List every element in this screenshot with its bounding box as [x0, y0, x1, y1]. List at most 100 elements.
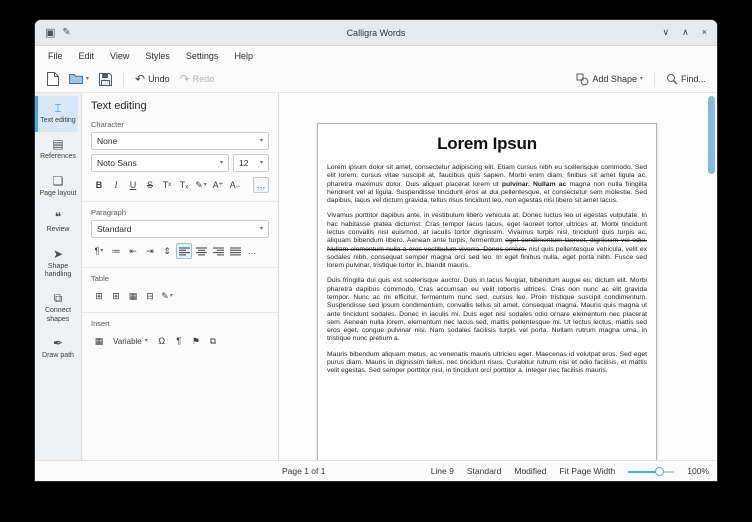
- decrease-indent-icon: ⇤: [129, 247, 137, 256]
- text-direction-icon: ¶: [95, 247, 100, 256]
- sidebar-item-connect-shapes[interactable]: ⧉ Connect shapes: [35, 286, 78, 331]
- zoom-percent[interactable]: 100%: [687, 466, 709, 476]
- sidebar-item-page-layout[interactable]: ❏Page layout: [35, 169, 78, 205]
- more-paragraph-options-button[interactable]: …: [244, 243, 260, 259]
- save-icon: [99, 73, 112, 86]
- new-document-icon: [46, 72, 59, 86]
- zoom-slider-handle[interactable]: [655, 467, 664, 476]
- bookmark-icon: ⚑: [192, 337, 200, 346]
- undo-button[interactable]: ↶ Undo: [131, 70, 174, 88]
- document-page[interactable]: Lorem Ipsun Lorem ipsum dolor sit amet, …: [317, 123, 657, 460]
- font-family-combobox[interactable]: Noto Sans ▾: [91, 154, 229, 172]
- paragraph-section-label: Paragraph: [91, 208, 269, 217]
- new-document-button[interactable]: [42, 69, 63, 89]
- split-cells-button[interactable]: ⊟: [142, 288, 158, 304]
- table-tools-row: ⊞⊞▦⊟✎▾: [91, 288, 269, 304]
- character-style-combobox[interactable]: None ▾: [91, 132, 269, 150]
- subscript-button[interactable]: Tₓ: [176, 177, 192, 193]
- chevron-down-icon: ▾: [170, 293, 173, 299]
- redo-button[interactable]: ↷ Redo: [176, 70, 219, 88]
- insert-column-right-button[interactable]: ⊞: [108, 288, 124, 304]
- sidebar-item-label: Connect shapes: [39, 307, 77, 324]
- document-paragraph: Lorem ipsum dolor sit amet, consectetur …: [327, 164, 647, 205]
- document-canvas: Lorem Ipsun Lorem ipsum dolor sit amet, …: [279, 93, 717, 460]
- menu-file[interactable]: File: [40, 48, 71, 64]
- add-shape-button[interactable]: Add Shape ▾: [572, 70, 647, 89]
- review-icon: ❝: [55, 211, 61, 224]
- strikethrough-button[interactable]: S: [142, 177, 158, 193]
- paragraph-style-combobox[interactable]: Standard ▾: [91, 220, 269, 238]
- document-body: Lorem ipsum dolor sit amet, consectetur …: [327, 164, 647, 375]
- increase-indent-button[interactable]: ⇥: [142, 243, 158, 259]
- modified-indicator: Modified: [514, 466, 546, 476]
- minimize-button[interactable]: ∨: [663, 28, 670, 37]
- insert-table-button[interactable]: ▦: [91, 333, 107, 349]
- subscript-icon: Tₓ: [180, 181, 188, 190]
- zoom-mode-button[interactable]: Fit Page Width: [560, 466, 616, 476]
- style-indicator: Standard: [467, 466, 502, 476]
- zoom-slider[interactable]: [628, 466, 674, 477]
- titlebar[interactable]: ▣ ✎ Calligra Words ∨ ∧ ×: [35, 20, 717, 46]
- sidebar-item-review[interactable]: ❝Review: [35, 205, 78, 241]
- font-size-combobox[interactable]: 12 ▾: [233, 154, 269, 172]
- vertical-scrollbar[interactable]: [708, 95, 715, 458]
- line-spacing-button[interactable]: ⇕: [159, 243, 175, 259]
- scrollbar-thumb[interactable]: [708, 96, 715, 174]
- toolbar-separator: [123, 72, 124, 87]
- align-center-button[interactable]: [193, 243, 209, 259]
- sidebar-item-shape-handling[interactable]: ➤Shape handling: [35, 242, 78, 287]
- main-content: ⌶Text editing▤References❏Page layout❝Rev…: [35, 93, 717, 460]
- superscript-button[interactable]: Tˣ: [159, 177, 175, 193]
- align-right-button[interactable]: [210, 243, 226, 259]
- menu-edit[interactable]: Edit: [71, 48, 103, 64]
- more-character-options-button[interactable]: …: [253, 177, 269, 193]
- grow-font-icon: A⁺: [213, 181, 224, 190]
- panel-title: Text editing: [91, 100, 269, 112]
- save-button[interactable]: [95, 70, 116, 89]
- variable-button[interactable]: Variable▾: [108, 333, 153, 349]
- menu-styles[interactable]: Styles: [137, 48, 178, 64]
- sidebar-item-label: Page layout: [40, 190, 77, 198]
- sidebar-item-label: Draw path: [42, 352, 74, 360]
- sidebar-item-draw-path[interactable]: ✒Draw path: [35, 331, 78, 367]
- menu-help[interactable]: Help: [226, 48, 261, 64]
- align-left-button[interactable]: [176, 243, 192, 259]
- section-divider: [82, 267, 278, 268]
- maximize-button[interactable]: ∧: [682, 28, 689, 37]
- bullet-list-button[interactable]: ≔: [108, 243, 124, 259]
- merge-cells-button[interactable]: ▦: [125, 288, 141, 304]
- shrink-font-button[interactable]: A₋: [227, 177, 243, 193]
- redo-label: Redo: [193, 75, 215, 84]
- border-pen-button[interactable]: ✎▾: [159, 288, 175, 304]
- hyperlink-button[interactable]: ⧉: [205, 333, 221, 349]
- sidebar-item-text-editing[interactable]: ⌶Text editing: [35, 96, 78, 132]
- tool-options-panel: Text editing Character None ▾ Noto Sans …: [82, 93, 279, 460]
- underline-button[interactable]: U: [125, 177, 141, 193]
- page-break-button[interactable]: ¶: [171, 333, 187, 349]
- align-justify-button[interactable]: [227, 243, 243, 259]
- bookmark-button[interactable]: ⚑: [188, 333, 204, 349]
- grow-font-button[interactable]: A⁺: [210, 177, 226, 193]
- character-style-value: None: [97, 136, 117, 146]
- paragraph-style-value: Standard: [97, 224, 132, 234]
- connect-shapes-icon: ⧉: [54, 292, 63, 305]
- menu-settings[interactable]: Settings: [178, 48, 227, 64]
- close-button[interactable]: ×: [702, 28, 707, 37]
- align-center-icon: [196, 247, 207, 256]
- italic-button[interactable]: I: [108, 177, 124, 193]
- sidebar-item-references[interactable]: ▤References: [35, 132, 78, 168]
- find-button[interactable]: Find...: [662, 70, 710, 88]
- menu-view[interactable]: View: [102, 48, 137, 64]
- highlight-color-button[interactable]: ✎▾: [193, 177, 209, 193]
- open-document-button[interactable]: ▾: [65, 70, 93, 88]
- decrease-indent-button[interactable]: ⇤: [125, 243, 141, 259]
- toolbar-separator: [654, 72, 655, 87]
- variable-label: Variable: [113, 337, 142, 346]
- text-direction-button[interactable]: ¶▾: [91, 243, 107, 259]
- insert-section-label: Insert: [91, 319, 269, 328]
- character-section-label: Character: [91, 120, 269, 129]
- insert-row-below-button[interactable]: ⊞: [91, 288, 107, 304]
- bold-button[interactable]: B: [91, 177, 107, 193]
- special-character-button[interactable]: Ω: [154, 333, 170, 349]
- add-shape-icon: [576, 73, 589, 86]
